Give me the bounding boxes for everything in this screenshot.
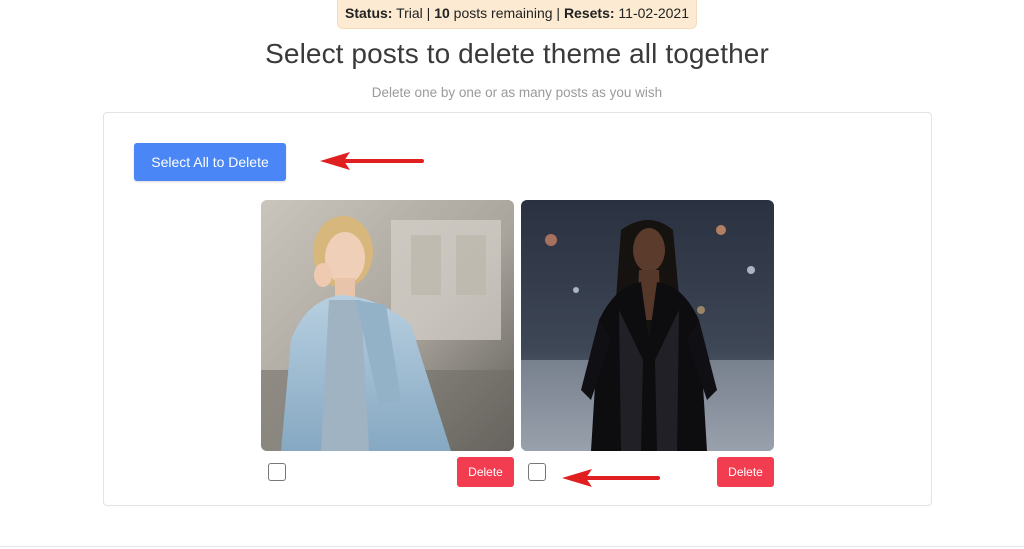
posts-remaining-text: posts remaining | — [449, 5, 564, 21]
post-image — [261, 200, 514, 451]
post-photo-2 — [521, 200, 774, 451]
status-label: Status: — [345, 5, 393, 21]
page-title: Select posts to delete theme all togethe… — [265, 38, 769, 69]
delete-post-button[interactable]: Delete — [717, 457, 774, 487]
select-all-to-delete-button[interactable]: Select All to Delete — [134, 143, 286, 181]
status-bar: Status: Trial | 10 posts remaining | Res… — [337, 0, 697, 29]
delete-post-button[interactable]: Delete — [457, 457, 514, 487]
page-subtitle: Delete one by one or as many posts as yo… — [371, 85, 663, 100]
posts-remaining-count: 10 — [434, 5, 450, 21]
annotation-arrow-icon — [320, 152, 424, 170]
post-image — [521, 200, 774, 451]
status-separator: | — [422, 5, 435, 21]
post-photo-1 — [261, 200, 514, 451]
resets-date: 11-02-2021 — [614, 5, 689, 21]
page-divider — [0, 546, 1024, 547]
post-select-checkbox[interactable] — [268, 463, 286, 481]
annotation-arrow-icon — [562, 469, 660, 487]
post-select-checkbox[interactable] — [528, 463, 546, 481]
status-value: Trial — [392, 5, 423, 21]
resets-label: Resets: — [563, 5, 615, 21]
